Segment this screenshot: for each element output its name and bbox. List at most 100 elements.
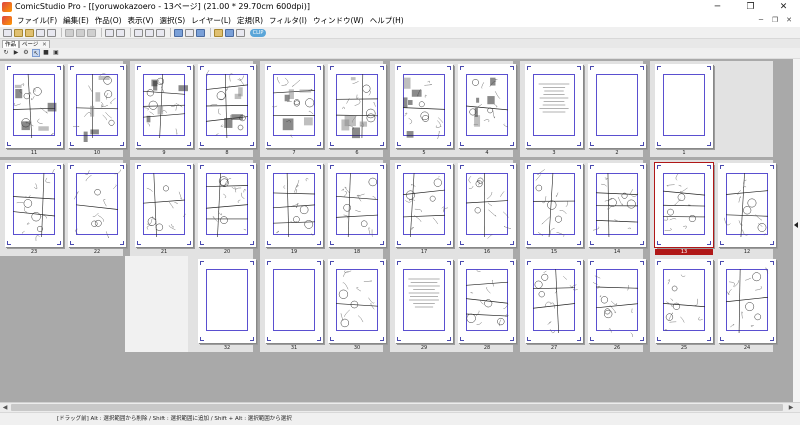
trim-mark xyxy=(250,142,254,146)
doc-close-button[interactable]: ✕ xyxy=(782,14,796,27)
tool-palette-icon[interactable] xyxy=(185,28,194,37)
settings-icon[interactable]: ⚙ xyxy=(22,49,30,57)
collapsed-side-panel[interactable] xyxy=(793,59,800,402)
page-number: 25 xyxy=(680,345,688,351)
page-thumbnail[interactable] xyxy=(718,163,776,247)
page-number: 11 xyxy=(30,150,38,156)
page-number: 23 xyxy=(30,249,38,255)
cut-icon[interactable] xyxy=(65,28,74,37)
undo-icon[interactable] xyxy=(105,28,114,37)
minimize-button[interactable]: ─ xyxy=(701,0,734,14)
window-title: ComicStudio Pro - [[yoruwokazoero - 13ペー… xyxy=(15,2,310,11)
page-thumbnail[interactable] xyxy=(68,64,126,148)
page-number: 20 xyxy=(223,249,231,255)
page-thumbnail[interactable] xyxy=(328,163,386,247)
horizontal-scrollbar[interactable]: ◀ ▶ xyxy=(0,402,800,412)
refresh-icon[interactable]: ↻ xyxy=(2,49,10,57)
page-thumbnail[interactable] xyxy=(265,163,323,247)
play-icon[interactable]: ▶ xyxy=(12,49,20,57)
trim-mark xyxy=(250,241,254,245)
page-thumbnail[interactable] xyxy=(395,64,453,148)
copy-icon[interactable] xyxy=(76,28,85,37)
trim-mark xyxy=(7,142,11,146)
page-thumbnail[interactable] xyxy=(395,259,453,343)
page-layout-icon[interactable] xyxy=(134,28,143,37)
page-thumbnail[interactable] xyxy=(458,259,516,343)
page-thumbnail[interactable] xyxy=(68,163,126,247)
page-spread-icon[interactable] xyxy=(145,28,154,37)
new-file-icon[interactable] xyxy=(3,28,12,37)
scrollbar-thumb[interactable] xyxy=(11,404,783,411)
menu-ruler[interactable]: 定規(R) xyxy=(234,14,266,27)
material-icon[interactable] xyxy=(214,28,223,37)
menu-file[interactable]: ファイル(F) xyxy=(14,14,60,27)
page-manga-art xyxy=(593,275,639,337)
page-thumbnail[interactable] xyxy=(265,259,323,343)
page-thumbnail[interactable] xyxy=(198,259,256,343)
toolbar-divider xyxy=(101,28,102,37)
page-thumbnail[interactable] xyxy=(588,64,646,148)
page-thumbnail[interactable] xyxy=(5,163,63,247)
navigator-icon[interactable] xyxy=(225,28,234,37)
print-icon[interactable] xyxy=(47,28,56,37)
page-list-icon[interactable] xyxy=(156,28,165,37)
paste-icon[interactable] xyxy=(87,28,96,37)
page-thumbnail[interactable] xyxy=(265,64,323,148)
clip-button[interactable]: CLIP xyxy=(250,28,266,37)
page-thumbnail[interactable] xyxy=(135,163,193,247)
page-number: 31 xyxy=(290,345,298,351)
page-thumbnail[interactable] xyxy=(198,64,256,148)
layer-palette-icon[interactable] xyxy=(174,28,183,37)
page-thumbnail[interactable] xyxy=(328,259,386,343)
save-icon[interactable] xyxy=(36,28,45,37)
comicstudio-app-icon[interactable] xyxy=(2,2,12,12)
spread-view-icon[interactable]: ▣ xyxy=(52,49,60,57)
page-thumbnail[interactable] xyxy=(395,163,453,247)
menu-view[interactable]: 表示(V) xyxy=(125,14,157,27)
menu-window[interactable]: ウィンドウ(W) xyxy=(310,14,367,27)
tab-work[interactable]: 作品 xyxy=(2,40,20,48)
page-thumbnail[interactable] xyxy=(654,162,714,248)
close-button[interactable]: ✕ xyxy=(767,0,800,14)
page-management-workspace[interactable]: 11 10 9 8 7 6 5 4 3 2 1 23 22 21 20 19 18 17 16 15 14 13 12 32 3… xyxy=(0,59,793,402)
page-thumbnail[interactable] xyxy=(525,64,583,148)
menu-help[interactable]: ヘルプ(H) xyxy=(367,14,407,27)
trim-mark xyxy=(200,241,204,245)
page-thumbnail[interactable] xyxy=(525,163,583,247)
redo-icon[interactable] xyxy=(116,28,125,37)
page-thumbnail[interactable] xyxy=(135,64,193,148)
page-thumbnail[interactable] xyxy=(525,259,583,343)
scroll-right-icon[interactable]: ▶ xyxy=(786,403,796,412)
page-thumbnail[interactable] xyxy=(328,64,386,148)
single-page-icon[interactable]: ■ xyxy=(42,49,50,57)
pointer-icon[interactable]: ↖ xyxy=(32,49,40,57)
trim-mark xyxy=(7,241,11,245)
document-icon[interactable] xyxy=(2,16,12,25)
page-thumbnail[interactable] xyxy=(718,259,776,343)
page-thumbnail[interactable] xyxy=(588,163,646,247)
menu-work[interactable]: 作品(O) xyxy=(92,14,125,27)
page-thumbnail[interactable] xyxy=(655,64,713,148)
properties-icon[interactable] xyxy=(236,28,245,37)
page-thumbnail[interactable] xyxy=(5,64,63,148)
menu-edit[interactable]: 編集(E) xyxy=(60,14,92,27)
scroll-left-icon[interactable]: ◀ xyxy=(0,403,10,412)
trim-mark xyxy=(120,241,124,245)
page-thumbnail[interactable] xyxy=(655,259,713,343)
maximize-button[interactable]: ❐ xyxy=(734,0,767,14)
menu-layer[interactable]: レイヤー(L) xyxy=(188,14,234,27)
page-thumbnail[interactable] xyxy=(198,163,256,247)
color-palette-icon[interactable] xyxy=(196,28,205,37)
trim-mark xyxy=(460,142,464,146)
page-thumbnail[interactable] xyxy=(458,163,516,247)
open-file-icon[interactable] xyxy=(14,28,23,37)
doc-restore-button[interactable]: ❐ xyxy=(768,14,782,27)
menu-filter[interactable]: フィルタ(I) xyxy=(266,14,310,27)
doc-minimize-button[interactable]: ─ xyxy=(754,14,768,27)
page-thumbnail[interactable] xyxy=(588,259,646,343)
tab-page[interactable]: ページ ✕ xyxy=(19,40,50,48)
page-thumbnail[interactable] xyxy=(458,64,516,148)
open-folder-icon[interactable] xyxy=(25,28,34,37)
expand-panel-icon[interactable] xyxy=(794,222,798,228)
menu-select[interactable]: 選択(S) xyxy=(157,14,189,27)
